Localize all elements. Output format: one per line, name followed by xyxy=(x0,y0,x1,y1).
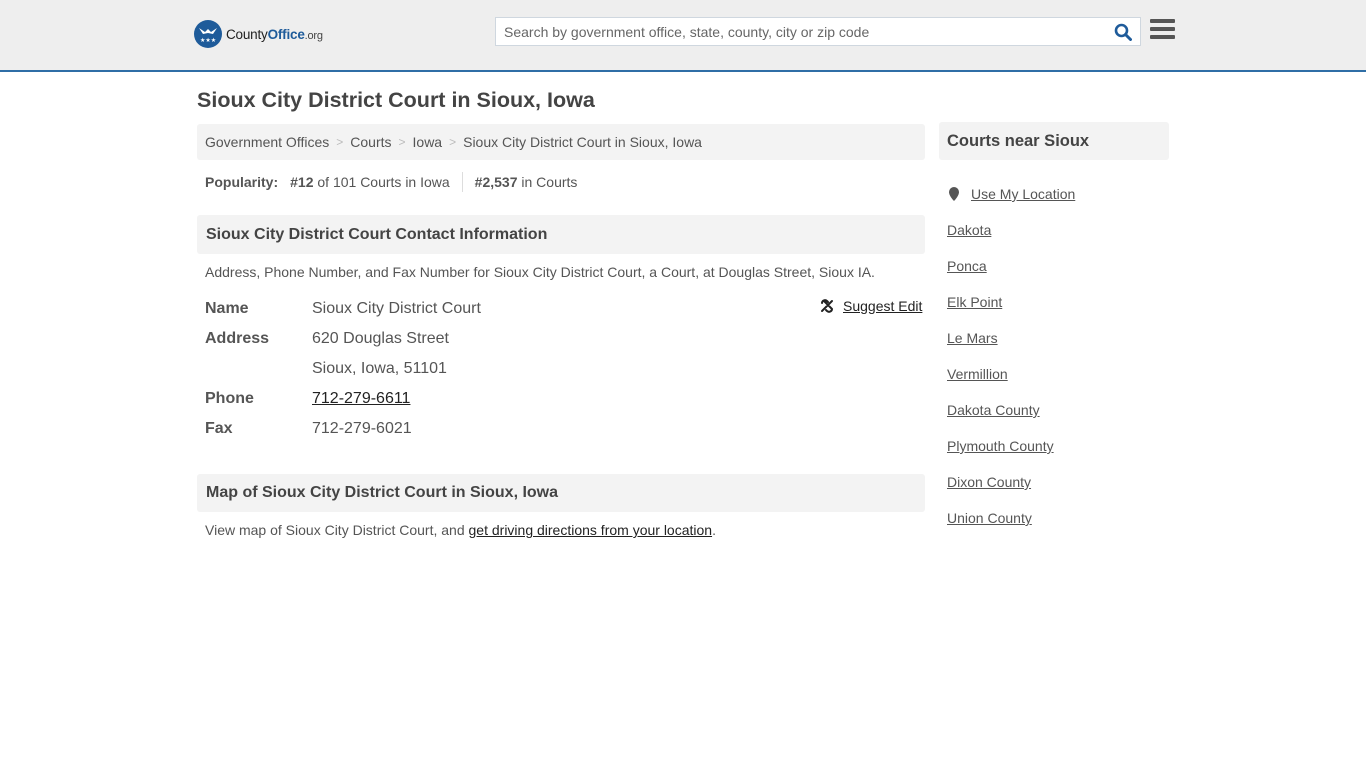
contact-heading: Sioux City District Court Contact Inform… xyxy=(197,215,925,254)
map-description: View map of Sioux City District Court, a… xyxy=(205,522,716,538)
use-my-location-link[interactable]: Use My Location xyxy=(971,186,1075,202)
name-label: Name xyxy=(205,300,249,317)
nearby-court-link[interactable]: Vermillion xyxy=(947,366,1008,382)
breadcrumb-separator: > xyxy=(398,135,406,149)
breadcrumb-government-offices[interactable]: Government Offices xyxy=(205,134,329,150)
breadcrumb-separator: > xyxy=(449,135,457,149)
address-line1: 620 Douglas Street xyxy=(312,330,449,347)
svg-text:★★★: ★★★ xyxy=(200,37,216,44)
breadcrumb-separator: > xyxy=(336,135,344,149)
divider xyxy=(461,172,463,192)
map-pin-icon xyxy=(947,186,961,202)
hamburger-menu-icon[interactable] xyxy=(1150,19,1175,41)
address-label: Address xyxy=(205,330,270,347)
nearby-court-link[interactable]: Ponca xyxy=(947,258,987,274)
fax-label: Fax xyxy=(205,420,233,437)
search-input[interactable] xyxy=(496,18,1106,45)
state-rank-text: of 101 Courts in Iowa xyxy=(317,174,450,190)
contact-details: Name Sioux City District Court Address 620… xyxy=(205,294,481,444)
search-icon xyxy=(1114,23,1132,41)
site-logo[interactable]: ★★★ CountyOffice.org xyxy=(194,20,323,48)
breadcrumb-courts[interactable]: Courts xyxy=(350,134,391,150)
address-line2: Sioux, Iowa, 51101 xyxy=(312,360,447,377)
nearby-court-link[interactable]: Dakota County xyxy=(947,402,1040,418)
breadcrumb: Government Offices > Courts > Iowa > Sio… xyxy=(197,124,925,160)
nearby-courts-list: Use My Location Dakota Ponca Elk Point L… xyxy=(947,176,1075,536)
nearby-court-link[interactable]: Dakota xyxy=(947,222,991,238)
national-rank: #2,537 xyxy=(474,174,518,190)
sidebar-heading: Courts near Sioux xyxy=(939,122,1169,160)
broken-link-icon xyxy=(821,299,833,313)
contact-description: Address, Phone Number, and Fax Number fo… xyxy=(205,264,875,280)
nearby-court-link[interactable]: Dixon County xyxy=(947,474,1031,490)
nearby-court-link[interactable]: Union County xyxy=(947,510,1032,526)
fax-value: 712-279-6021 xyxy=(312,420,412,437)
suggest-edit-link[interactable]: Suggest Edit xyxy=(843,298,922,314)
breadcrumb-current: Sioux City District Court in Sioux, Iowa xyxy=(463,134,702,150)
state-rank: #12 xyxy=(290,174,314,190)
nearby-court-link[interactable]: Elk Point xyxy=(947,294,1002,310)
popularity: Popularity: #12 of 101 Courts in Iowa #2… xyxy=(205,172,577,192)
popularity-label: Popularity: xyxy=(205,174,279,190)
suggest-edit[interactable]: Suggest Edit xyxy=(819,298,922,314)
page-title: Sioux City District Court in Sioux, Iowa xyxy=(197,88,595,112)
national-rank-text: in Courts xyxy=(521,174,578,190)
eagle-logo-icon: ★★★ xyxy=(194,20,222,48)
map-heading: Map of Sioux City District Court in Siou… xyxy=(197,474,925,512)
driving-directions-link[interactable]: get driving directions from your locatio… xyxy=(469,522,713,538)
site-header: ★★★ CountyOffice.org xyxy=(0,0,1366,72)
search-bar xyxy=(495,17,1141,46)
nearby-court-link[interactable]: Le Mars xyxy=(947,330,998,346)
name-value: Sioux City District Court xyxy=(312,300,481,317)
nearby-court-link[interactable]: Plymouth County xyxy=(947,438,1054,454)
phone-link[interactable]: 712-279-6611 xyxy=(312,390,410,407)
phone-label: Phone xyxy=(205,390,254,407)
search-button[interactable] xyxy=(1106,18,1140,45)
breadcrumb-iowa[interactable]: Iowa xyxy=(413,134,443,150)
